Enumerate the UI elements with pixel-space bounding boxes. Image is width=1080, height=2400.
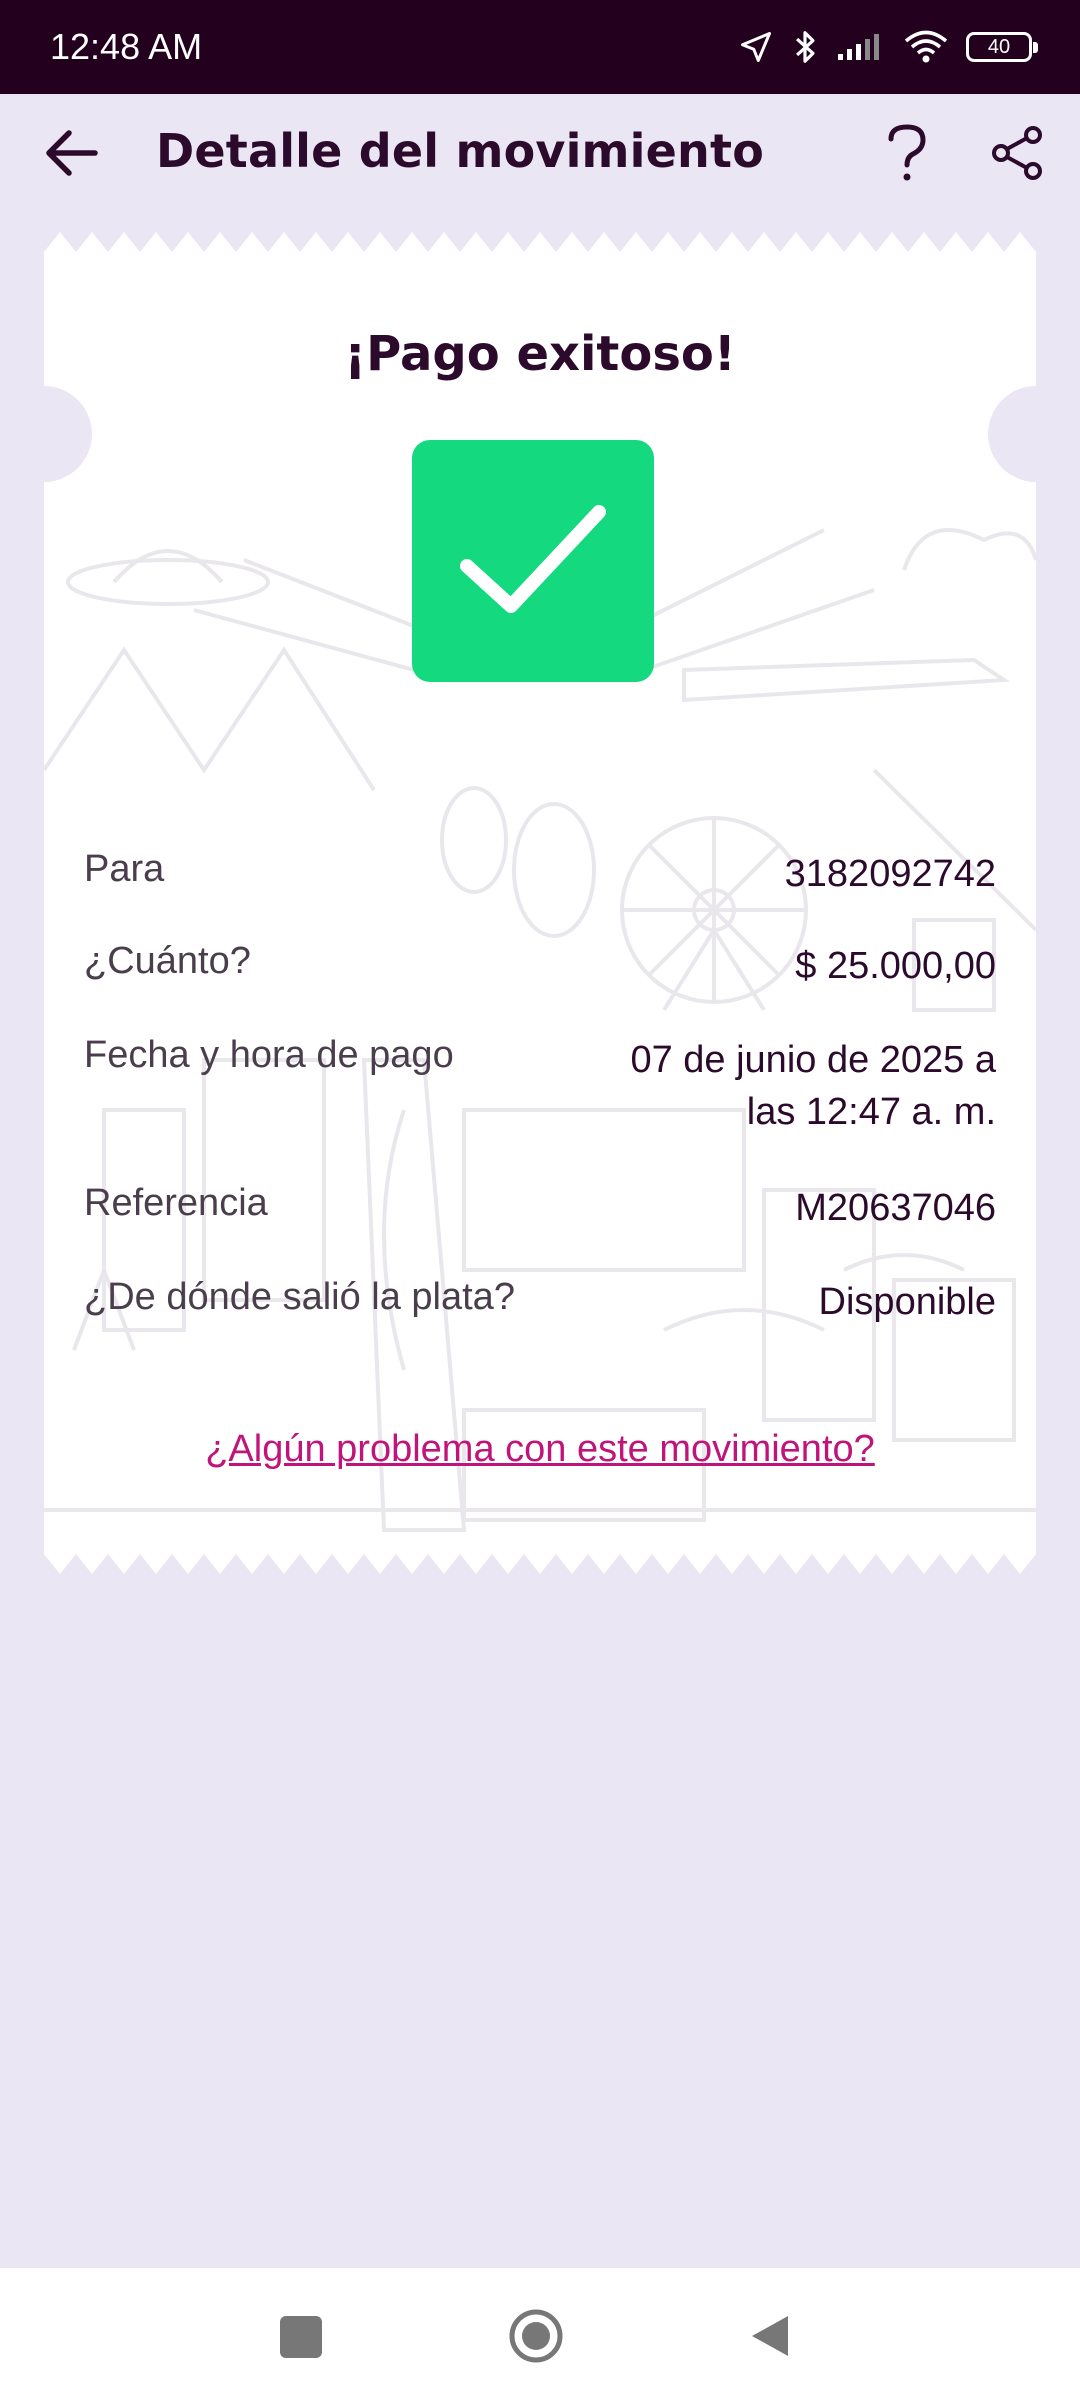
back-arrow-icon (43, 128, 99, 182)
wifi-icon (904, 30, 948, 64)
share-icon (989, 125, 1045, 185)
success-badge (412, 440, 654, 682)
battery-icon: 40 (966, 32, 1038, 62)
help-button[interactable] (870, 118, 944, 192)
detail-value-line: las 12:47 a. m. (746, 1091, 996, 1133)
back-icon[interactable] (748, 2312, 792, 2360)
bluetooth-icon (792, 28, 818, 66)
detail-row-source: ¿De dónde salió la plata? Disponible (84, 1276, 996, 1328)
detail-value: Disponible (818, 1281, 996, 1323)
help-icon (885, 123, 929, 187)
detail-row-para: Para 3182092742 (84, 848, 996, 900)
detail-label: ¿Cuánto? (84, 940, 251, 982)
detail-row-date: Fecha y hora de pago 07 de junio de 2025… (84, 1034, 996, 1138)
location-icon (738, 29, 774, 65)
detail-value: $ 25.000,00 (795, 945, 996, 987)
receipt-card: ¡Pago exitoso! Para 3182092742 ¿Cuánto? … (44, 230, 1036, 1576)
detail-value: 3182092742 (784, 853, 996, 895)
recent-apps-icon[interactable] (280, 2316, 322, 2358)
back-button[interactable] (36, 120, 106, 190)
problem-link[interactable]: ¿Algún problema con este movimiento? (44, 1428, 1036, 1471)
detail-row-amount: ¿Cuánto? $ 25.000,00 (84, 940, 996, 992)
status-icons: 40 (738, 28, 1038, 66)
detail-label: Para (84, 848, 165, 890)
app-bar: Detalle del movimiento (0, 94, 1080, 220)
navigation-bar (0, 2268, 1080, 2400)
detail-label: Fecha y hora de pago (84, 1034, 454, 1076)
signal-icon (836, 32, 886, 62)
page-title: Detalle del movimiento (156, 124, 764, 178)
check-icon (453, 494, 613, 628)
detail-label: ¿De dónde salió la plata? (84, 1276, 515, 1318)
detail-row-reference: Referencia M20637046 (84, 1182, 996, 1234)
share-button[interactable] (980, 118, 1054, 192)
detail-label: Referencia (84, 1182, 268, 1224)
success-title: ¡Pago exitoso! (344, 326, 736, 382)
detail-value: 07 de junio de 2025 a las 12:47 a. m. (630, 1034, 996, 1138)
home-icon[interactable] (508, 2308, 564, 2364)
detail-value-line: 07 de junio de 2025 a (630, 1039, 996, 1081)
status-bar: 12:48 AM 40 (0, 0, 1080, 94)
status-time: 12:48 AM (50, 26, 203, 67)
detail-value: M20637046 (795, 1187, 996, 1229)
